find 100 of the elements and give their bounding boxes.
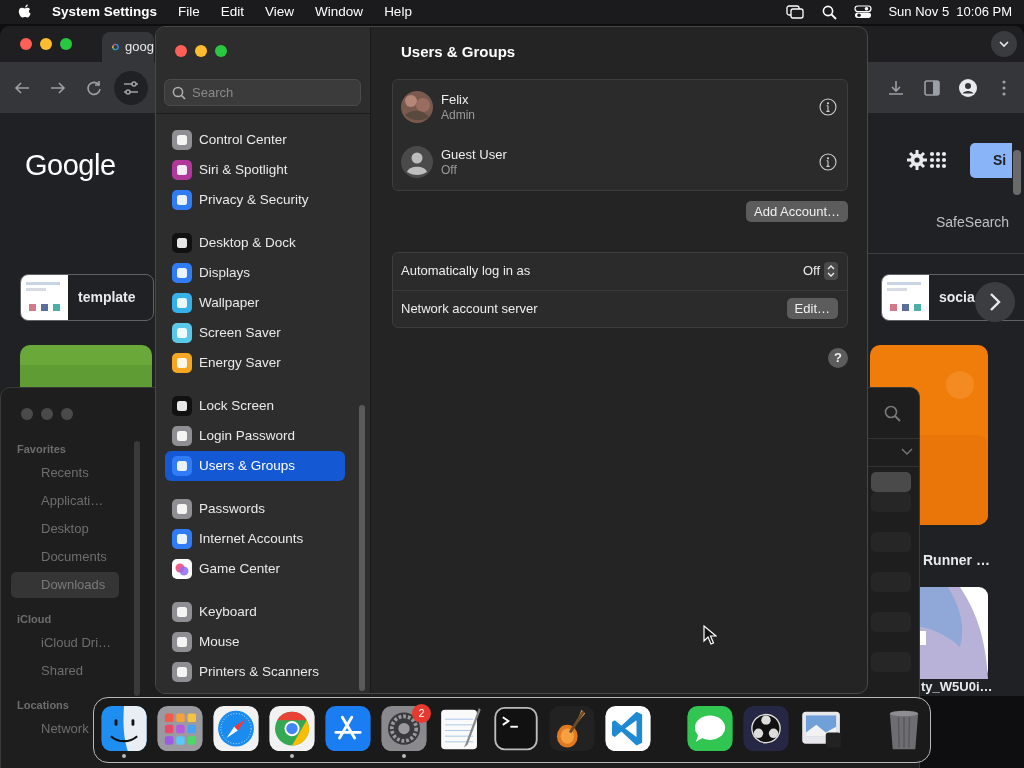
chat-bubble-icon[interactable] bbox=[686, 706, 734, 752]
apps-grid-icon[interactable] bbox=[929, 150, 949, 170]
safesearch-link[interactable]: SafeSearch bbox=[936, 212, 1010, 233]
category-icon bbox=[172, 529, 192, 549]
next-button[interactable] bbox=[975, 282, 1015, 322]
search-icon bbox=[172, 86, 186, 100]
zoom-button[interactable] bbox=[60, 38, 72, 50]
category-icon bbox=[172, 396, 192, 416]
chip-label: template bbox=[78, 288, 136, 307]
category-icon bbox=[172, 426, 192, 446]
minimize-button[interactable] bbox=[195, 45, 207, 57]
search-chip[interactable]: template bbox=[20, 274, 154, 321]
screen-mirroring-icon[interactable] bbox=[786, 5, 805, 19]
site-info-icon[interactable] bbox=[114, 70, 148, 105]
menu-item[interactable]: Window bbox=[315, 1, 364, 23]
close-button[interactable] bbox=[20, 38, 32, 50]
ring-icon[interactable] bbox=[742, 706, 790, 752]
sidebar-item[interactable]: Privacy & Security bbox=[165, 185, 345, 215]
search-field[interactable]: Search bbox=[164, 79, 361, 106]
category-icon bbox=[172, 263, 192, 283]
sidebar-item[interactable]: Users & Groups bbox=[165, 451, 345, 481]
chip-label: socia bbox=[939, 288, 975, 307]
stepper-icon bbox=[824, 262, 838, 280]
category-icon bbox=[172, 559, 192, 579]
sidebar-heading: iCloud bbox=[16, 612, 53, 627]
scrollbar-thumb[interactable] bbox=[1013, 150, 1021, 195]
tab-search-button[interactable] bbox=[991, 31, 1017, 57]
option-label: Network account server bbox=[401, 299, 538, 318]
sidebar-item[interactable]: Wallpaper bbox=[165, 288, 345, 318]
app-store-icon[interactable] bbox=[324, 706, 372, 752]
terminal-icon[interactable] bbox=[492, 706, 540, 752]
sidebar-item[interactable]: Login Password bbox=[165, 421, 345, 451]
scrollbar-thumb[interactable] bbox=[134, 441, 140, 696]
mouse-pointer-icon bbox=[703, 625, 717, 645]
category-icon bbox=[172, 602, 192, 622]
chevron-icon[interactable] bbox=[901, 448, 913, 456]
category-icon bbox=[172, 323, 192, 343]
zoom-button[interactable] bbox=[215, 45, 227, 57]
video-title[interactable]: Runner … bbox=[923, 550, 990, 571]
sidebar-item[interactable]: Keyboard bbox=[165, 597, 345, 627]
user-role: Admin bbox=[441, 108, 476, 123]
category-icon bbox=[172, 456, 192, 476]
category-icon bbox=[172, 293, 192, 313]
sidebar-item[interactable]: Printers & Scanners bbox=[165, 657, 345, 687]
user-name: Felix bbox=[441, 91, 470, 108]
gear-icon[interactable] bbox=[380, 706, 428, 752]
menu-bar-clock[interactable]: Sun Nov 5 10:06 PM bbox=[888, 2, 1012, 22]
help-button[interactable]: ? bbox=[828, 347, 848, 368]
image-title[interactable]: ty_W5U0i… bbox=[921, 677, 993, 696]
app-menu[interactable]: System Settings bbox=[52, 1, 158, 23]
category-icon bbox=[172, 130, 192, 150]
scrollbar-thumb[interactable] bbox=[359, 405, 365, 691]
edit-button[interactable]: Edit… bbox=[786, 298, 838, 319]
search-icon[interactable] bbox=[822, 4, 838, 20]
category-icon bbox=[172, 662, 192, 682]
menu-item[interactable]: File bbox=[178, 1, 200, 23]
guitar-icon[interactable] bbox=[548, 706, 596, 752]
ribbon-icon[interactable] bbox=[604, 706, 652, 752]
profile-icon[interactable] bbox=[958, 77, 978, 98]
menu-item[interactable]: View bbox=[265, 1, 295, 23]
menu-item[interactable]: Help bbox=[384, 1, 412, 23]
sidebar-heading: Favorites bbox=[16, 442, 67, 457]
avatar-icon bbox=[401, 91, 433, 123]
sidebar-item[interactable]: Displays bbox=[165, 258, 345, 288]
user-role: Off bbox=[441, 163, 458, 178]
browser-tab[interactable]: goog bbox=[102, 32, 154, 62]
popup-button[interactable]: Off bbox=[802, 261, 838, 281]
sidebar-item[interactable]: Screen Saver bbox=[165, 318, 345, 348]
compass-icon[interactable] bbox=[212, 706, 260, 752]
app-grid-icon[interactable] bbox=[156, 706, 204, 752]
sidebar-item[interactable]: Mouse bbox=[165, 627, 345, 657]
control-center-icon[interactable] bbox=[854, 5, 873, 19]
sidebar-item[interactable]: Control Center bbox=[165, 125, 345, 155]
category-icon bbox=[172, 632, 192, 652]
side-panel-icon[interactable] bbox=[922, 77, 942, 98]
category-icon bbox=[172, 190, 192, 210]
add-account-button[interactable]: Add Account… bbox=[746, 200, 848, 222]
apple-menu-icon[interactable] bbox=[18, 4, 32, 20]
category-icon bbox=[172, 233, 192, 253]
sidebar-item[interactable]: Internet Accounts bbox=[165, 524, 345, 554]
sidebar-item[interactable]: Energy Saver bbox=[165, 348, 345, 378]
sidebar-item[interactable]: Siri & Spotlight bbox=[165, 155, 345, 185]
sidebar-item[interactable]: Desktop & Dock bbox=[165, 228, 345, 258]
category-icon bbox=[172, 160, 192, 180]
page-title: Users & Groups bbox=[400, 42, 517, 62]
info-icon[interactable] bbox=[819, 153, 837, 171]
close-button[interactable] bbox=[175, 45, 187, 57]
sidebar-item[interactable]: Passwords bbox=[165, 494, 345, 524]
user-silhouette-icon bbox=[401, 146, 433, 178]
minimize-button[interactable] bbox=[40, 38, 52, 50]
menu-item[interactable]: Edit bbox=[220, 1, 245, 23]
sidebar-item[interactable]: Game Center bbox=[165, 554, 345, 584]
sidebar-item[interactable]: Lock Screen bbox=[165, 391, 345, 421]
notification-badge: 2 bbox=[412, 704, 431, 723]
sign-in-button[interactable]: Si bbox=[970, 143, 1012, 178]
option-label: Automatically log in as bbox=[401, 262, 531, 281]
face-icon[interactable] bbox=[100, 706, 148, 752]
category-icon bbox=[172, 353, 192, 373]
google-logo: Google bbox=[25, 148, 116, 183]
info-icon[interactable] bbox=[819, 98, 837, 116]
